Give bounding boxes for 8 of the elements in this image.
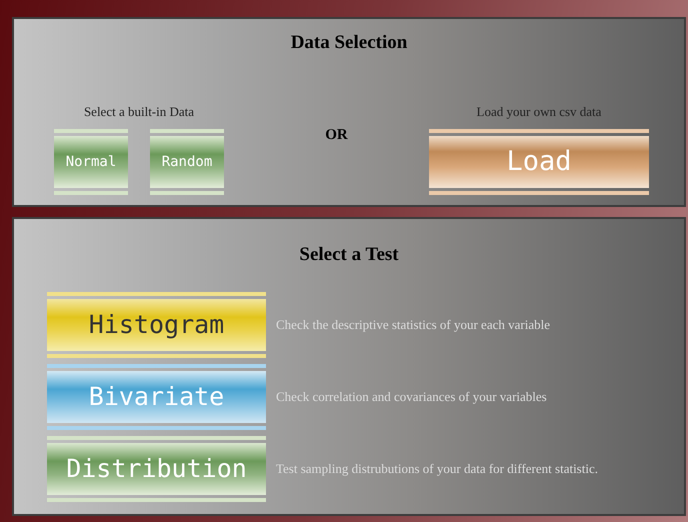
test-description: Check the descriptive statistics of your each variable — [276, 316, 550, 334]
panel-title: Data Selection — [290, 31, 408, 55]
load-label: Load your own csv data — [476, 102, 602, 121]
builtin-label: Select a built-in Data — [84, 102, 194, 120]
or-text: OR — [325, 126, 348, 144]
test-description: Test sampling distrubutions of your data for different statistic. — [276, 460, 598, 478]
panel-title: Select a Test — [298, 243, 400, 267]
test-description: Check correlation and covariances of your variables — [276, 388, 547, 406]
